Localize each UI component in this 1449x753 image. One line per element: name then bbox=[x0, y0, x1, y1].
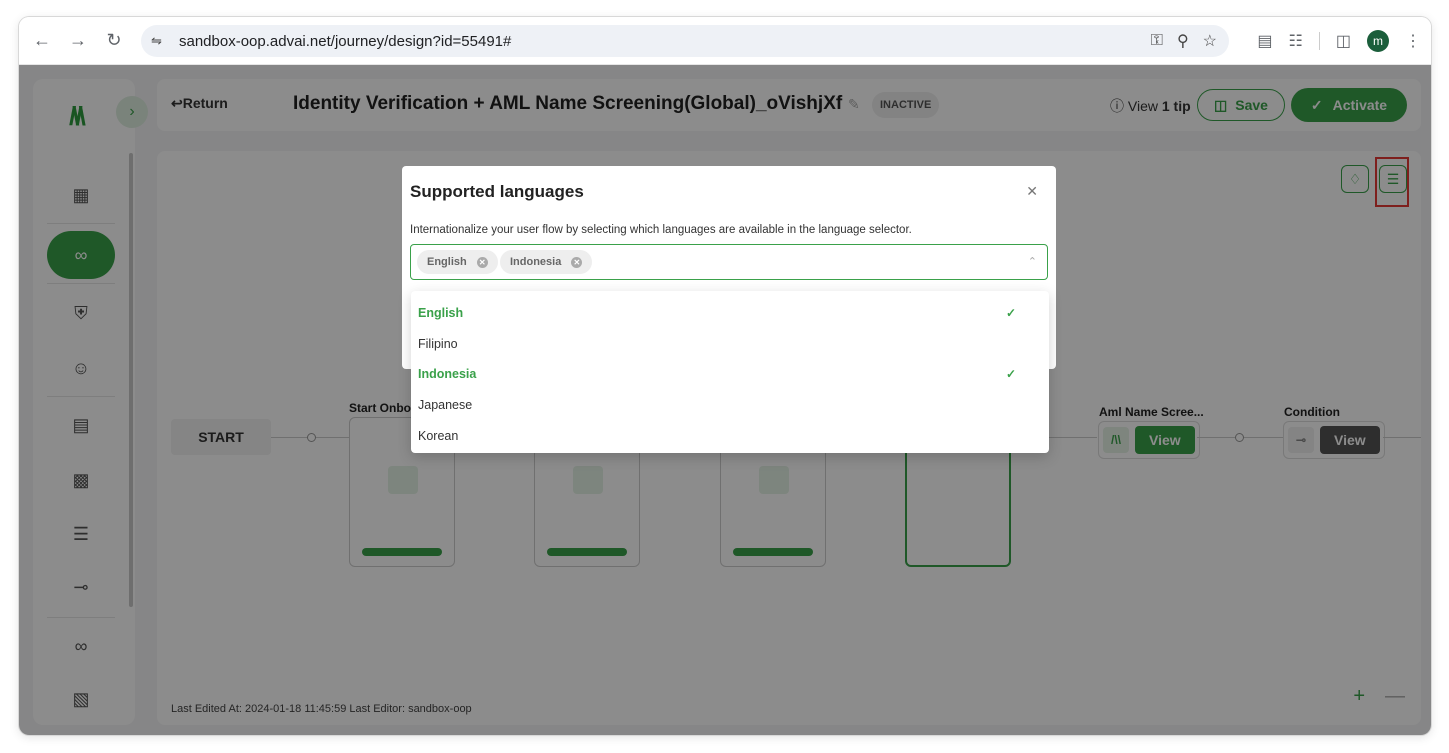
back-icon[interactable]: ← bbox=[25, 24, 59, 58]
modal-description: Internationalize your user flow by selec… bbox=[410, 224, 912, 236]
option-label: Filipino bbox=[418, 337, 458, 351]
language-tag: English ✕ bbox=[417, 250, 498, 274]
remove-tag-icon[interactable]: ✕ bbox=[476, 256, 488, 268]
toolbar-divider bbox=[1318, 32, 1320, 50]
zoom-icon[interactable]: ⚲ bbox=[1177, 31, 1189, 51]
reading-list-icon[interactable]: ▤ bbox=[1257, 31, 1272, 51]
browser-toolbar: ← → ↻ ⇋ sandbox-oop.advai.net/journey/de… bbox=[19, 17, 1431, 65]
modal-title: Supported languages bbox=[410, 182, 584, 201]
dropdown-option-japanese[interactable]: Japanese bbox=[418, 393, 1040, 417]
option-label: Korean bbox=[418, 429, 459, 443]
option-label: English bbox=[418, 306, 464, 320]
dropdown-option-filipino[interactable]: Filipino bbox=[418, 332, 1040, 356]
check-icon: ✓ bbox=[1005, 367, 1016, 381]
chevron-up-icon[interactable]: ⌃ bbox=[1028, 255, 1037, 268]
remove-tag-icon[interactable]: ✕ bbox=[571, 256, 583, 268]
url-text[interactable]: sandbox-oop.advai.net/journey/design?id=… bbox=[179, 33, 511, 50]
dropdown-option-korean[interactable]: Korean bbox=[418, 424, 1040, 448]
tag-label: Indonesia bbox=[510, 256, 562, 268]
language-tag: Indonesia ✕ bbox=[500, 250, 593, 274]
tag-label: English bbox=[427, 256, 467, 268]
language-dropdown: English ✓ Filipino Indonesia ✓ Japanese Ko… bbox=[411, 291, 1049, 453]
reload-icon[interactable]: ↻ bbox=[97, 24, 131, 58]
bookmark-star-icon[interactable]: ☆ bbox=[1203, 31, 1217, 51]
forward-icon[interactable]: → bbox=[61, 24, 95, 58]
password-key-icon[interactable]: ⚿ bbox=[1151, 32, 1163, 50]
browser-window: ← → ↻ ⇋ sandbox-oop.advai.net/journey/de… bbox=[19, 17, 1431, 735]
check-icon: ✓ bbox=[1005, 306, 1016, 320]
side-panel-icon[interactable]: ◫ bbox=[1336, 31, 1351, 51]
address-bar[interactable]: ⇋ sandbox-oop.advai.net/journey/design?i… bbox=[141, 25, 1229, 57]
menu-icon[interactable]: ⋮ bbox=[1405, 31, 1421, 51]
site-info-icon[interactable]: ⇋ bbox=[151, 33, 171, 49]
language-multiselect[interactable]: English ✕ Indonesia ✕ ⌃ bbox=[410, 244, 1048, 280]
option-label: Japanese bbox=[418, 398, 473, 412]
option-label: Indonesia bbox=[418, 367, 477, 381]
dropdown-option-indonesia[interactable]: Indonesia ✓ bbox=[418, 362, 1040, 386]
dropdown-option-english[interactable]: English ✓ bbox=[418, 301, 1040, 325]
extensions-icon[interactable]: ☷ bbox=[1289, 31, 1303, 51]
close-icon[interactable]: ✕ bbox=[1026, 183, 1038, 200]
profile-avatar[interactable]: m bbox=[1367, 30, 1389, 52]
